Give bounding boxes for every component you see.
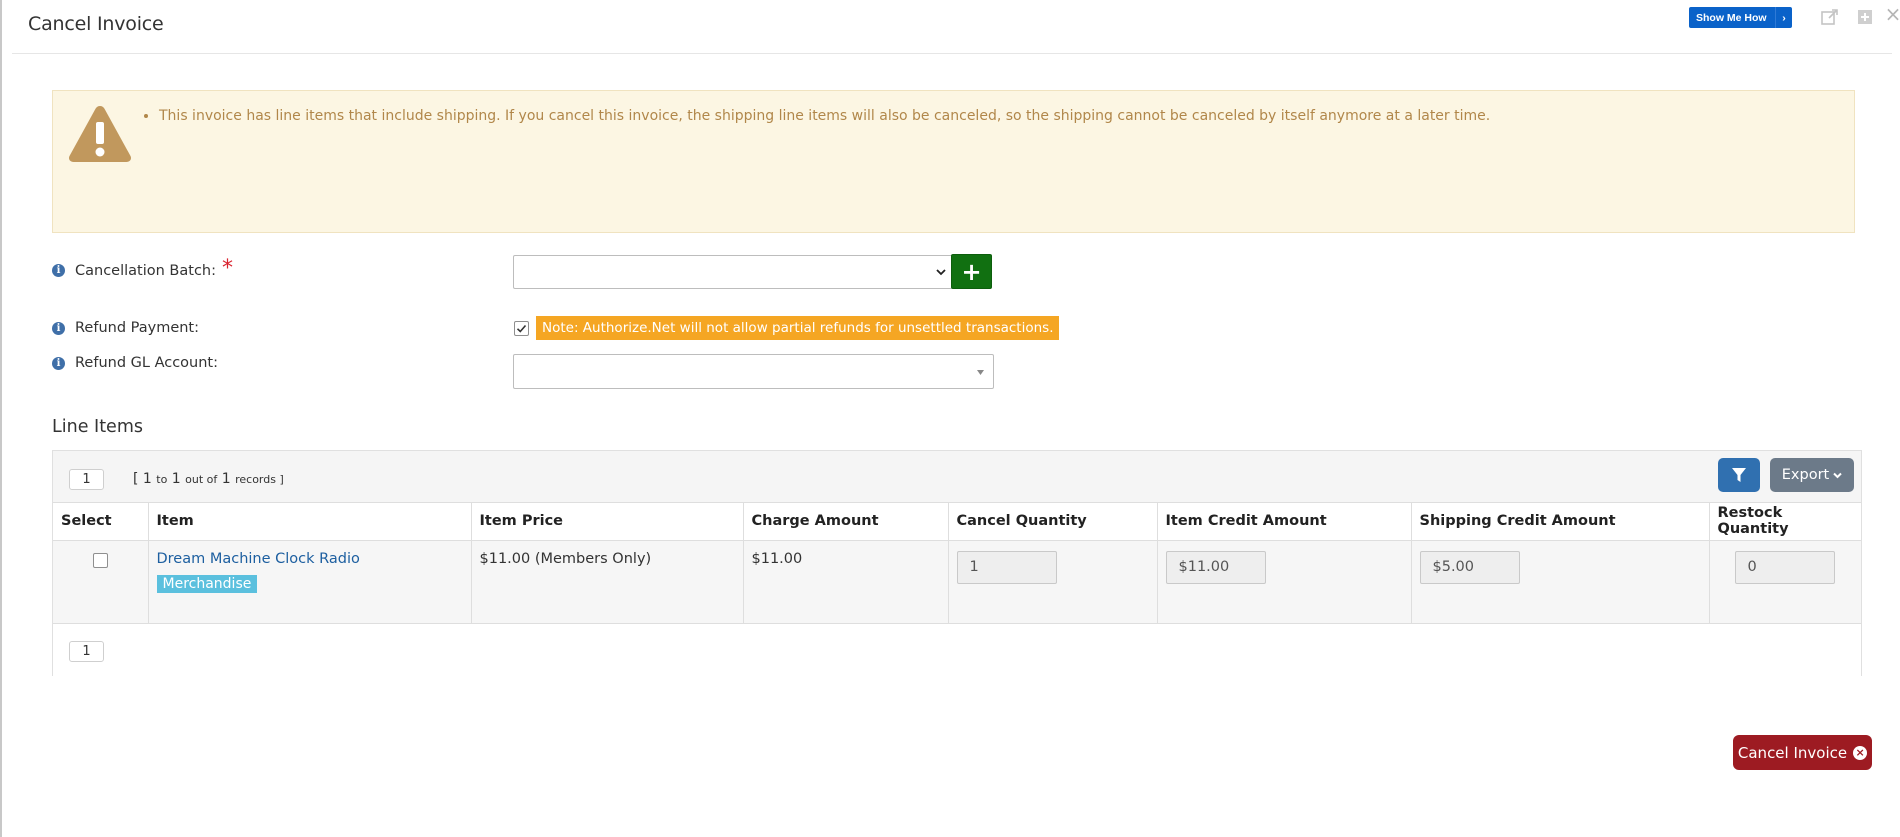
records-open: [ 1: [133, 471, 152, 487]
records-to-word: to: [156, 473, 168, 486]
show-me-how-button[interactable]: Show Me How ›: [1689, 7, 1792, 28]
record-count: [ 1 to 1 out of 1 records ]: [133, 471, 284, 487]
times-circle-icon: ×: [1853, 745, 1868, 760]
category-tag: Merchandise: [156, 574, 258, 593]
cancel-quantity-cell: 1: [948, 540, 1158, 624]
cancel-invoice-button[interactable]: Cancel Invoice ×: [1733, 735, 1872, 770]
alert-message-list: This invoice has line items that include…: [141, 108, 1490, 124]
info-icon[interactable]: i: [52, 321, 65, 335]
cancellation-batch-label-group: i Cancellation Batch: *: [52, 256, 233, 283]
chevron-right-icon: ›: [1775, 7, 1792, 28]
cancel-quantity-input[interactable]: 1: [956, 550, 1057, 584]
alert-message: This invoice has line items that include…: [159, 108, 1490, 124]
plus-square-icon[interactable]: [1855, 7, 1875, 27]
chevron-down-icon: [1833, 472, 1842, 478]
chevron-down-icon: [936, 269, 946, 276]
refund-gl-account-select[interactable]: [513, 354, 994, 389]
column-header-restock-quantity[interactable]: Restock Quantity: [1709, 503, 1861, 541]
table-row: Dream Machine Clock Radio Merchandise $1…: [53, 540, 1861, 624]
cancellation-batch-label: Cancellation Batch:: [75, 262, 216, 279]
refund-payment-label: Refund Payment:: [75, 320, 200, 336]
records-total: 1: [221, 471, 231, 487]
line-items-table: Select Item Item Price Charge Amount Can…: [53, 503, 1861, 624]
column-header-shipping-credit-amount[interactable]: Shipping Credit Amount: [1411, 503, 1710, 541]
required-marker: *: [222, 256, 233, 281]
column-header-cancel-quantity[interactable]: Cancel Quantity: [948, 503, 1158, 541]
column-header-select[interactable]: Select: [53, 503, 149, 541]
records-out-of-word: out of: [185, 473, 218, 486]
select-cell: [53, 540, 149, 624]
column-header-item-credit-amount[interactable]: Item Credit Amount: [1157, 503, 1412, 541]
item-credit-amount-input[interactable]: $11.00: [1165, 550, 1266, 584]
authorize-net-note: Note: Authorize.Net will not allow parti…: [536, 316, 1060, 340]
warning-triangle-icon: [68, 106, 132, 162]
checkmark-icon: [516, 324, 527, 333]
item-price-cell: $11.00 (Members Only): [471, 540, 744, 624]
refund-payment-checkbox[interactable]: [514, 321, 529, 336]
dialog-header: Cancel Invoice Show Me How › ×: [12, 0, 1900, 54]
show-me-how-label: Show Me How: [1696, 11, 1767, 24]
page-number-top[interactable]: 1: [69, 469, 104, 490]
cancel-invoice-dialog: Cancel Invoice Show Me How › × This invo…: [0, 0, 1900, 837]
column-header-item-price[interactable]: Item Price: [471, 503, 744, 541]
column-header-item[interactable]: Item: [148, 503, 472, 541]
row-select-checkbox[interactable]: [93, 552, 108, 568]
charge-amount-cell: $11.00: [743, 540, 949, 624]
grid-toolbar: 1 [ 1 to 1 out of 1 records ] Export: [53, 451, 1861, 503]
info-icon[interactable]: i: [52, 356, 65, 370]
dialog-title: Cancel Invoice: [28, 13, 164, 35]
add-cancellation-batch-button[interactable]: +: [951, 254, 992, 289]
item-link[interactable]: Dream Machine Clock Radio: [157, 551, 463, 567]
refund-gl-account-label-group: i Refund GL Account:: [52, 355, 218, 371]
restock-quantity-input[interactable]: 0: [1734, 550, 1835, 584]
page-number-bottom[interactable]: 1: [69, 641, 104, 662]
export-button[interactable]: Export: [1770, 458, 1854, 492]
cancellation-batch-select[interactable]: [513, 255, 953, 289]
shipping-credit-amount-input[interactable]: $5.00: [1419, 550, 1520, 584]
table-header-row: Select Item Item Price Charge Amount Can…: [53, 503, 1861, 541]
column-header-charge-amount[interactable]: Charge Amount: [743, 503, 949, 541]
records-to: 1: [171, 471, 181, 487]
line-items-grid: 1 [ 1 to 1 out of 1 records ] Export Sel…: [52, 450, 1862, 676]
cancel-invoice-label: Cancel Invoice: [1737, 743, 1848, 762]
export-label: Export: [1781, 467, 1830, 483]
shipping-credit-amount-cell: $5.00: [1411, 540, 1710, 624]
refund-payment-label-group: i Refund Payment:: [52, 320, 199, 336]
filter-button[interactable]: [1718, 458, 1760, 492]
info-icon[interactable]: i: [52, 264, 65, 277]
records-word: records ]: [235, 473, 284, 486]
shipping-warning-alert: This invoice has line items that include…: [52, 90, 1855, 233]
caret-down-icon: [977, 370, 984, 375]
external-link-icon[interactable]: [1820, 7, 1840, 27]
item-cell: Dream Machine Clock Radio Merchandise: [148, 540, 472, 624]
restock-quantity-cell: 0: [1709, 540, 1861, 624]
close-icon[interactable]: ×: [1883, 4, 1900, 24]
grid-footer: 1: [53, 625, 1861, 676]
refund-gl-account-label: Refund GL Account:: [75, 355, 218, 371]
filter-icon: [1732, 468, 1746, 482]
plus-icon: +: [961, 257, 982, 286]
line-items-title: Line Items: [52, 417, 143, 437]
item-credit-amount-cell: $11.00: [1157, 540, 1412, 624]
